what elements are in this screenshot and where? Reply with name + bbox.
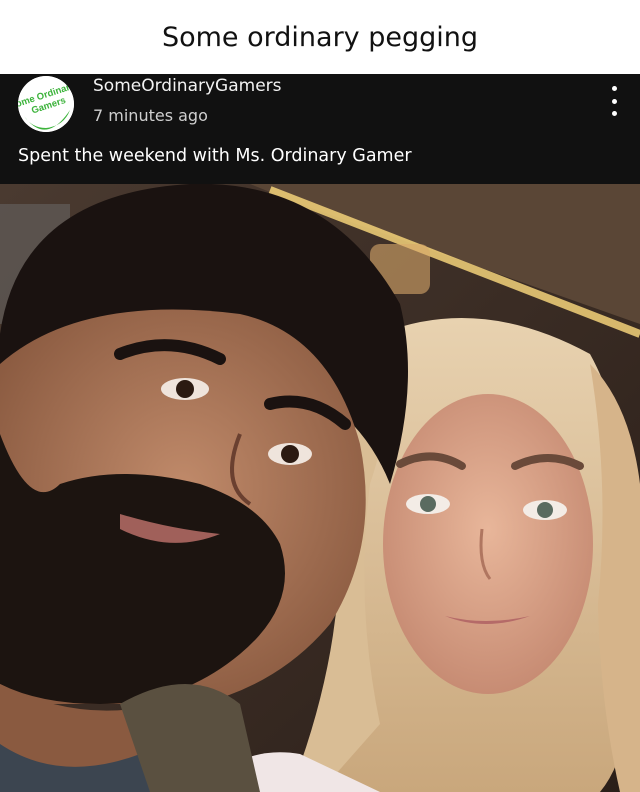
meme-title: Some ordinary pegging (0, 0, 640, 74)
post-timestamp: 7 minutes ago (93, 106, 208, 125)
username[interactable]: SomeOrdinaryGamers (93, 76, 282, 96)
post-header: Some Ordinary Gamers SomeOrdinaryGamers … (0, 74, 640, 184)
avatar[interactable]: Some Ordinary Gamers (18, 76, 74, 132)
post-photo[interactable] (0, 184, 640, 792)
vertical-ellipsis-icon (611, 86, 617, 91)
post-caption: Spent the weekend with Ms. Ordinary Game… (18, 146, 412, 166)
more-options-button[interactable] (602, 86, 626, 116)
selfie-photo (0, 184, 640, 792)
channel-logo-icon: Some Ordinary Gamers (18, 76, 74, 132)
